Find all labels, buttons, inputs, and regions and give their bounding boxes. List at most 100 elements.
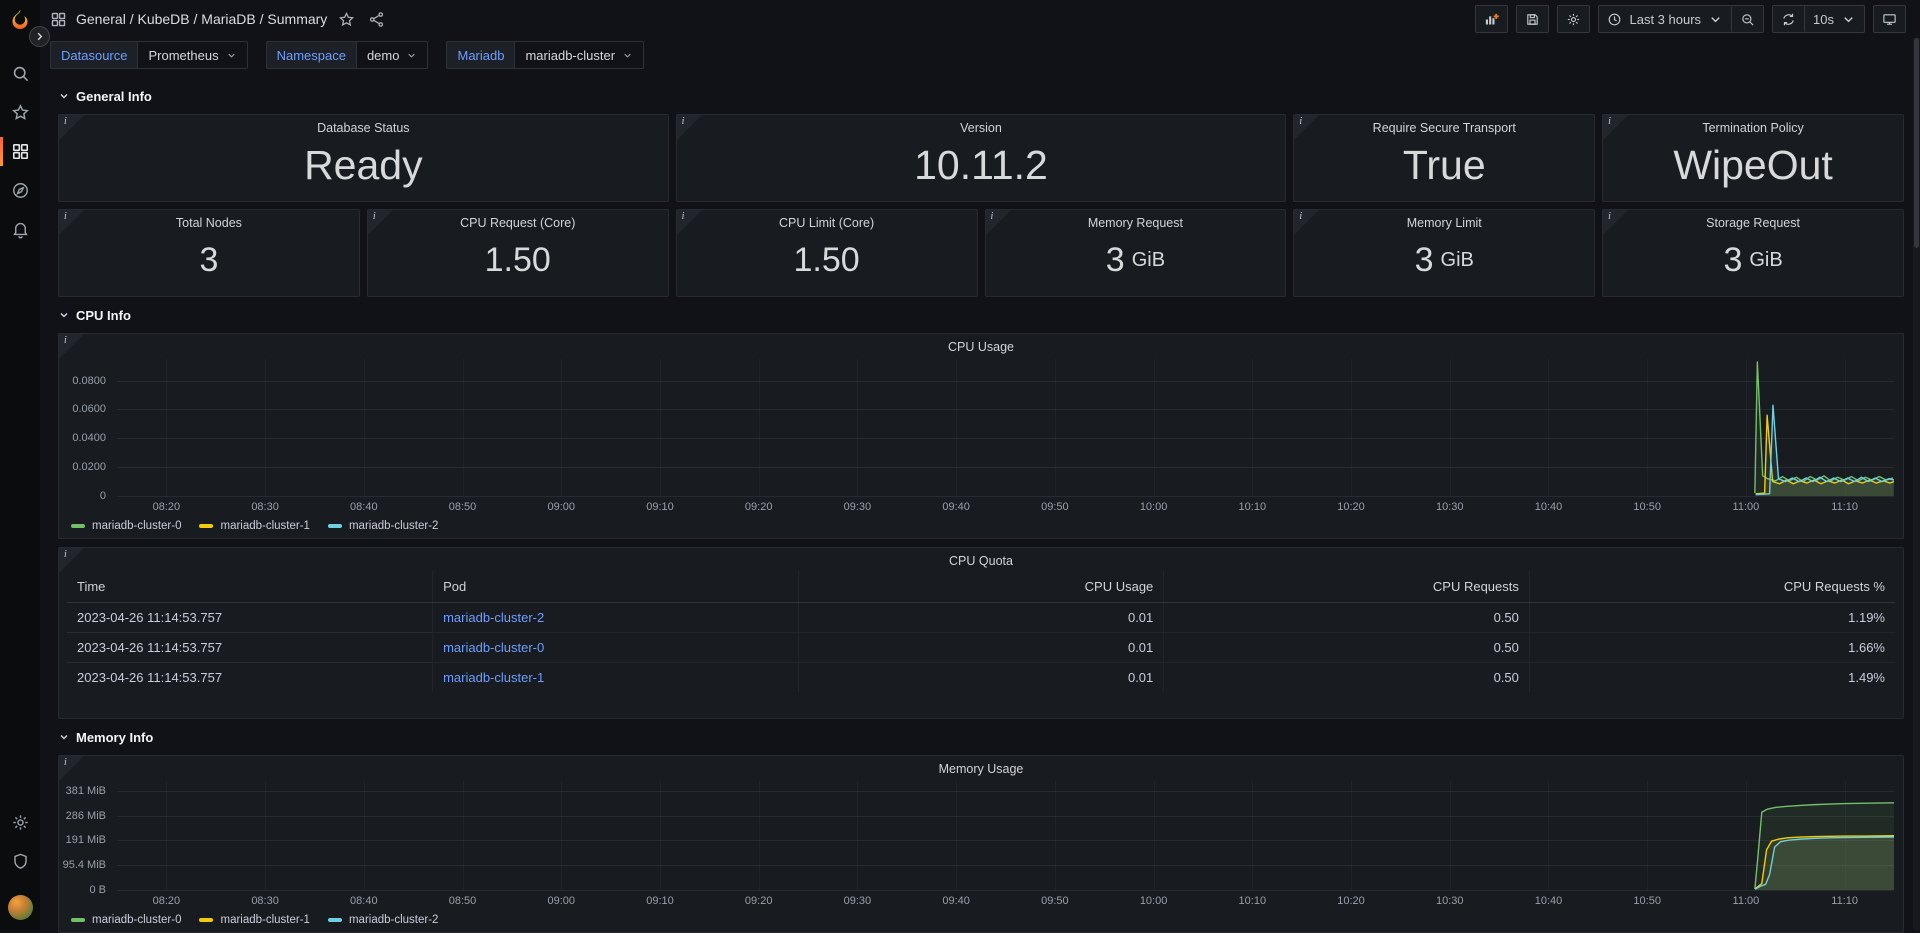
legend-item[interactable]: mariadb-cluster-2 <box>328 914 438 926</box>
section-header-memory-info[interactable]: Memory Info <box>58 724 1904 750</box>
chart-plot-area[interactable] <box>117 359 1894 496</box>
scrollbar-thumb[interactable] <box>1914 38 1919 248</box>
alerting-icon <box>11 220 30 239</box>
zoom-out-button[interactable] <box>1731 6 1763 32</box>
pod-link[interactable]: mariadb-cluster-0 <box>443 640 544 655</box>
time-range-button[interactable]: Last 3 hours <box>1599 6 1731 32</box>
section-header-general-info[interactable]: General Info <box>58 83 1904 109</box>
sidebar-item-alerting[interactable] <box>0 210 40 249</box>
variable-label-datasource: Datasource <box>50 41 137 69</box>
legend-label: mariadb-cluster-1 <box>220 914 309 926</box>
legend-label: mariadb-cluster-2 <box>349 914 438 926</box>
admin-shield-icon <box>11 852 30 871</box>
sidebar-item-explore[interactable] <box>0 171 40 210</box>
panel-title[interactable]: CPU Quota <box>59 548 1903 569</box>
variable-picker-namespace[interactable]: demo <box>356 41 429 69</box>
panel-version: i Version 10.11.2 <box>676 114 1287 202</box>
panel-memory-usage: i Memory Usage 0 B95.4 MiB191 MiB286 MiB… <box>58 755 1904 933</box>
sidebar-expand-button[interactable] <box>29 26 50 47</box>
pod-link[interactable]: mariadb-cluster-2 <box>443 610 544 625</box>
info-icon[interactable]: i <box>1294 210 1319 235</box>
variable-label-mariadb: Mariadb <box>446 41 514 69</box>
sidebar-item-server-admin[interactable] <box>0 842 40 881</box>
x-tick-label: 08:30 <box>251 895 279 907</box>
x-tick-label: 10:30 <box>1436 895 1464 907</box>
panel-total-nodes: i Total Nodes 3 <box>58 209 360 297</box>
share-dashboard-button[interactable] <box>366 9 387 30</box>
info-icon[interactable]: i <box>59 548 84 573</box>
legend-item[interactable]: mariadb-cluster-0 <box>71 520 181 532</box>
add-panel-button[interactable] <box>1475 5 1508 33</box>
refresh-interval-button[interactable]: 10s <box>1804 6 1864 32</box>
x-tick-label: 10:20 <box>1337 501 1365 513</box>
column-header-time[interactable]: Time <box>67 571 433 603</box>
sidebar-item-starred[interactable] <box>0 93 40 132</box>
legend-item[interactable]: mariadb-cluster-1 <box>199 914 309 926</box>
chevron-down-icon <box>1708 12 1723 27</box>
scrollbar[interactable] <box>1913 38 1920 930</box>
cell-time: 2023-04-26 11:14:53.757 <box>67 663 433 693</box>
stat-value: 1.50 <box>368 228 668 292</box>
info-icon[interactable]: i <box>986 210 1011 235</box>
dashboard-grid-icon <box>50 11 67 28</box>
x-tick-label: 08:30 <box>251 501 279 513</box>
save-dashboard-button[interactable] <box>1516 5 1549 33</box>
section-header-cpu-info[interactable]: CPU Info <box>58 302 1904 328</box>
chart-plot-area[interactable] <box>117 781 1894 890</box>
refresh-button[interactable] <box>1773 6 1804 32</box>
breadcrumb[interactable]: General / KubeDB / MariaDB / Summary <box>76 11 327 27</box>
x-tick-label: 09:40 <box>942 895 970 907</box>
x-tick-label: 09:30 <box>844 501 872 513</box>
chevron-down-icon <box>1841 12 1856 27</box>
column-header-cpu-usage[interactable]: CPU Usage <box>798 571 1164 603</box>
x-tick-label: 09:50 <box>1041 501 1069 513</box>
panel-memory-request: i Memory Request 3GiB <box>985 209 1287 297</box>
info-icon[interactable]: i <box>368 210 393 235</box>
favorite-dashboard-button[interactable] <box>336 9 357 30</box>
x-tick-label: 08:40 <box>350 895 378 907</box>
legend-label: mariadb-cluster-0 <box>92 914 181 926</box>
chart-legend: mariadb-cluster-0 mariadb-cluster-1 mariad… <box>59 910 1903 932</box>
info-icon[interactable]: i <box>59 115 84 140</box>
y-tick-label: 381 MiB <box>66 785 106 797</box>
y-tick-label: 0.0600 <box>72 403 106 415</box>
x-axis: 08:2008:3008:4008:5009:0009:1009:2009:30… <box>117 892 1894 910</box>
cell-cpu-usage: 0.01 <box>798 633 1164 663</box>
column-header-cpu-requests-pct[interactable]: CPU Requests % <box>1529 571 1895 603</box>
info-icon[interactable]: i <box>1603 115 1628 140</box>
stat-value: 3GiB <box>1603 228 1903 292</box>
table-row: 2023-04-26 11:14:53.757 mariadb-cluster-… <box>67 633 1895 663</box>
grafana-logo-icon[interactable] <box>8 8 32 32</box>
info-icon[interactable]: i <box>59 334 84 359</box>
info-icon[interactable]: i <box>677 210 702 235</box>
sidebar-item-dashboards[interactable] <box>0 132 40 171</box>
panel-title[interactable]: CPU Usage <box>59 334 1903 355</box>
info-icon[interactable]: i <box>59 210 84 235</box>
pod-link[interactable]: mariadb-cluster-1 <box>443 670 544 685</box>
sidebar-item-search[interactable] <box>0 54 40 93</box>
cell-cpu-requests-pct: 1.66% <box>1529 633 1895 663</box>
info-icon[interactable]: i <box>1294 115 1319 140</box>
legend-swatch-icon <box>328 918 342 922</box>
x-tick-label: 09:20 <box>745 895 773 907</box>
variable-picker-mariadb[interactable]: mariadb-cluster <box>514 41 644 69</box>
x-tick-label: 10:20 <box>1337 895 1365 907</box>
sidebar-item-settings[interactable] <box>0 803 40 842</box>
sidebar <box>0 0 40 930</box>
column-header-pod[interactable]: Pod <box>433 571 799 603</box>
user-avatar[interactable] <box>8 895 33 920</box>
legend-swatch-icon <box>71 918 85 922</box>
dashboard-settings-button[interactable] <box>1557 5 1590 33</box>
column-header-cpu-requests[interactable]: CPU Requests <box>1164 571 1530 603</box>
legend-item[interactable]: mariadb-cluster-0 <box>71 914 181 926</box>
variable-picker-datasource[interactable]: Prometheus <box>137 41 247 69</box>
tv-mode-button[interactable] <box>1873 5 1906 33</box>
stat-value: WipeOut <box>1603 133 1903 197</box>
info-icon[interactable]: i <box>59 756 84 781</box>
x-tick-label: 08:40 <box>350 501 378 513</box>
info-icon[interactable]: i <box>1603 210 1628 235</box>
info-icon[interactable]: i <box>677 115 702 140</box>
legend-item[interactable]: mariadb-cluster-2 <box>328 520 438 532</box>
panel-title[interactable]: Memory Usage <box>59 756 1903 777</box>
legend-item[interactable]: mariadb-cluster-1 <box>199 520 309 532</box>
